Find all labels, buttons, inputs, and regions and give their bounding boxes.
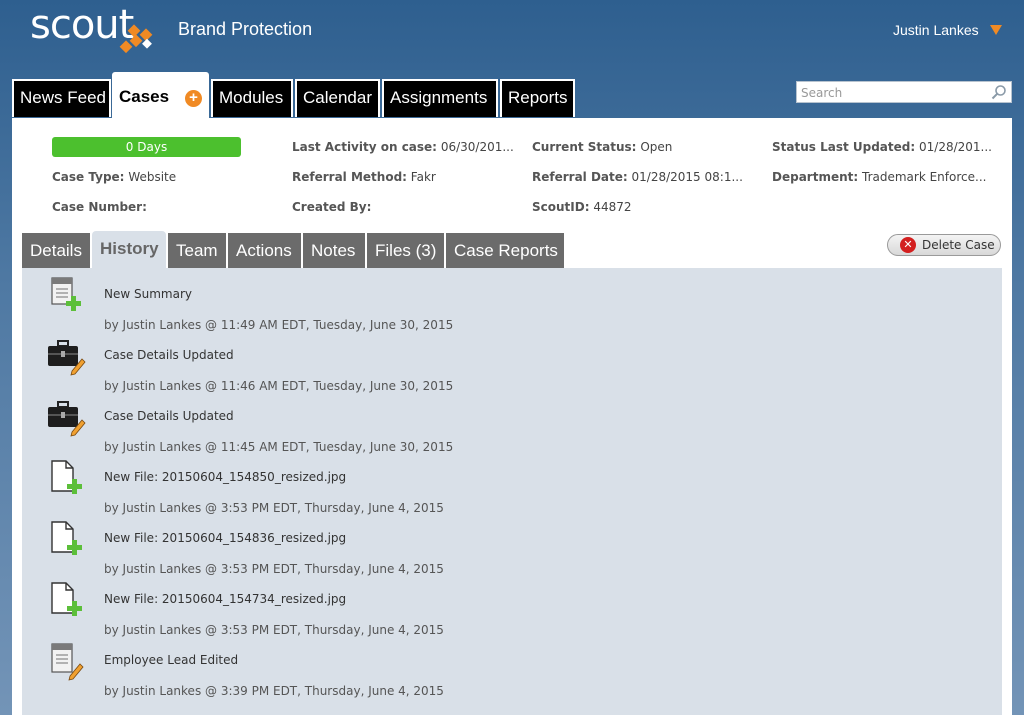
tab-news-feed[interactable]: News Feed: [12, 79, 111, 117]
search-box: [796, 81, 1012, 103]
tab-reports[interactable]: Reports: [500, 79, 575, 117]
tab-calendar[interactable]: Calendar: [295, 79, 380, 117]
file-add-icon: [51, 582, 82, 616]
list-item[interactable]: New File: 20150604_154734_resized.jpg by…: [22, 573, 1002, 637]
field-value: 01/28/201...: [919, 140, 992, 154]
field-value: Trademark Enforce...: [862, 170, 987, 184]
tab-cases[interactable]: Cases +: [112, 72, 209, 118]
list-item[interactable]: Employee Lead Edited by Justin Lankes @ …: [22, 634, 1002, 698]
add-case-icon[interactable]: +: [185, 90, 202, 107]
tab-team[interactable]: Team: [168, 233, 226, 268]
document-edit-icon: [51, 643, 84, 681]
user-menu[interactable]: Justin Lankes: [893, 22, 979, 38]
app-title: Brand Protection: [178, 19, 313, 39]
history-meta: by Justin Lankes @ 3:39 PM EDT, Thursday…: [104, 684, 444, 698]
field-label: Referral Date:: [532, 170, 628, 184]
tab-notes[interactable]: Notes: [303, 233, 365, 268]
field-last-activity: Last Activity on case: 06/30/201...: [292, 140, 514, 154]
days-open-badge: 0 Days: [52, 137, 241, 157]
tab-files[interactable]: Files (3): [367, 233, 444, 268]
tab-modules[interactable]: Modules: [211, 79, 293, 117]
field-value: Open: [640, 140, 673, 154]
tab-assignments[interactable]: Assignments: [382, 79, 498, 117]
history-title: Case Details Updated: [104, 348, 234, 362]
app-header: scout Brand Protection Justin Lankes: [0, 0, 1024, 78]
case-summary: 0 Days Last Activity on case: 06/30/201.…: [12, 118, 1012, 228]
field-scout-id: ScoutID: 44872: [532, 200, 752, 214]
case-panel: 0 Days Last Activity on case: 06/30/201.…: [12, 118, 1012, 715]
field-value: Fakr: [410, 170, 436, 184]
tab-actions[interactable]: Actions: [228, 233, 301, 268]
field-case-type: Case Type: Website: [52, 170, 272, 184]
briefcase-edit-icon: [48, 401, 86, 437]
field-status-last-updated: Status Last Updated: 01/28/201...: [772, 140, 992, 154]
list-item[interactable]: Case Details Updated by Justin Lankes @ …: [22, 329, 1002, 393]
tab-history[interactable]: History: [92, 231, 166, 268]
file-add-icon: [51, 460, 82, 494]
history-list: New Summary by Justin Lankes @ 11:49 AM …: [22, 268, 1002, 715]
field-value: 06/30/201...: [440, 140, 514, 154]
briefcase-edit-icon: [48, 340, 86, 376]
file-add-icon: [51, 521, 82, 555]
delete-case-button[interactable]: ✕ Delete Case: [887, 234, 1001, 256]
list-item[interactable]: Case Details Updated by Justin Lankes @ …: [22, 390, 1002, 454]
field-label: Status Last Updated:: [772, 140, 916, 154]
field-label: Department:: [772, 170, 859, 184]
tab-cases-label: Cases: [119, 87, 170, 106]
field-label: Case Type:: [52, 170, 125, 184]
field-case-number: Case Number:: [52, 200, 272, 214]
logo-arrow-icon: [119, 24, 153, 54]
field-value: 44872: [593, 200, 632, 214]
field-referral-date: Referral Date: 01/28/2015 08:1...: [532, 170, 754, 184]
caret-down-icon[interactable]: [990, 25, 1002, 35]
field-value: 01/28/2015 08:1...: [631, 170, 743, 184]
list-item[interactable]: New File: 20150604_154836_resized.jpg by…: [22, 512, 1002, 576]
history-title: Case Details Updated: [104, 409, 234, 423]
field-created-by: Created By:: [292, 200, 512, 214]
field-label: Referral Method:: [292, 170, 407, 184]
history-title: New Summary: [104, 287, 192, 301]
history-title: New File: 20150604_154836_resized.jpg: [104, 531, 347, 545]
list-item[interactable]: New Summary by Justin Lankes @ 11:49 AM …: [22, 268, 1002, 332]
list-item[interactable]: New File: 20150604_154850_resized.jpg by…: [22, 451, 1002, 515]
summary-add-icon: [51, 277, 81, 311]
field-referral-method: Referral Method: Fakr: [292, 170, 514, 184]
field-label: Current Status:: [532, 140, 637, 154]
search-input[interactable]: [797, 83, 983, 103]
field-current-status: Current Status: Open: [532, 140, 752, 154]
field-label: Case Number:: [52, 200, 147, 214]
field-value: Website: [128, 170, 177, 184]
field-label: Created By:: [292, 200, 372, 214]
history-title: New File: 20150604_154850_resized.jpg: [104, 470, 347, 484]
delete-case-label: Delete Case: [922, 238, 995, 252]
history-title: Employee Lead Edited: [104, 653, 239, 667]
field-label: ScoutID:: [532, 200, 590, 214]
history-title: New File: 20150604_154734_resized.jpg: [104, 592, 347, 606]
search-icon[interactable]: [991, 84, 1007, 100]
tab-case-reports[interactable]: Case Reports: [446, 233, 564, 268]
field-department: Department: Trademark Enforce...: [772, 170, 992, 184]
field-label: Last Activity on case:: [292, 140, 437, 154]
delete-icon: ✕: [900, 237, 916, 253]
tab-details[interactable]: Details: [22, 233, 90, 268]
